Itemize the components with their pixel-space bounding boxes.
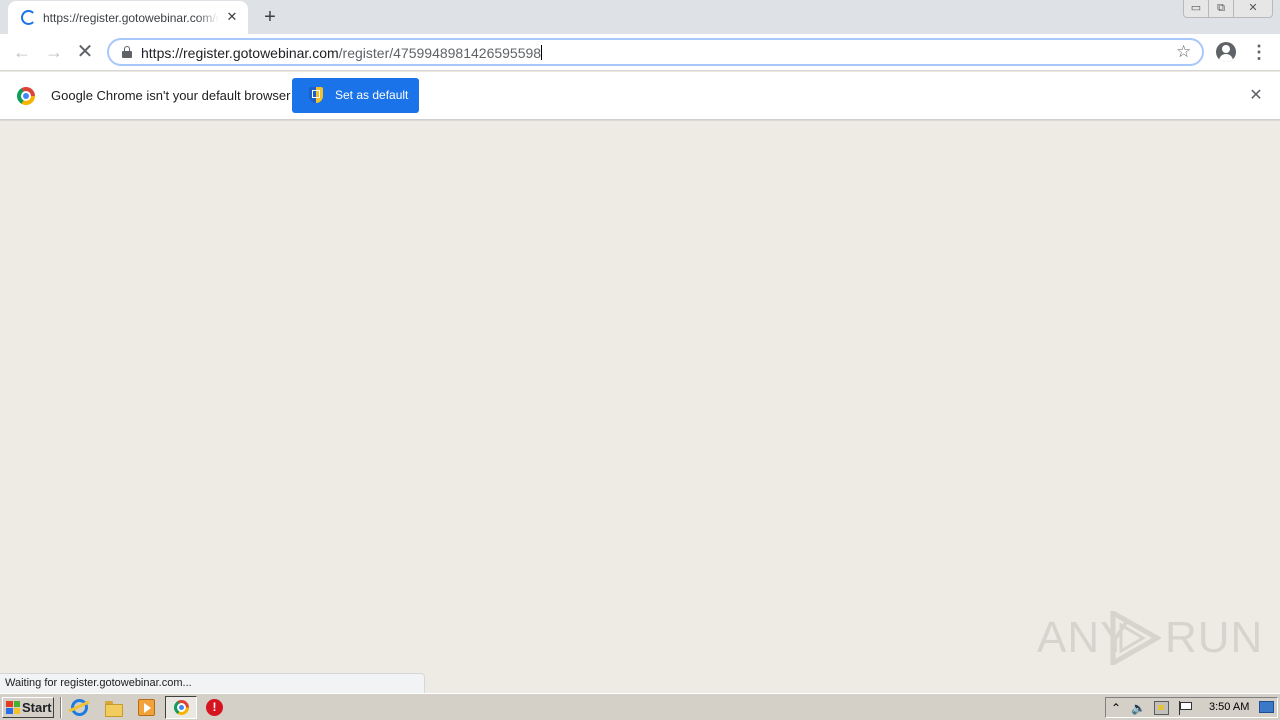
default-browser-infobar: Google Chrome isn't your default browser… — [0, 72, 1280, 120]
start-label: Start — [22, 700, 52, 715]
status-bubble: Waiting for register.gotowebinar.com... — [0, 673, 425, 693]
address-bar[interactable]: https://register.gotowebinar.com/registe… — [107, 38, 1204, 66]
infobar-close-icon[interactable]: ✕ — [1246, 86, 1266, 106]
window-close-button[interactable]: ✕ — [1233, 0, 1273, 18]
show-hidden-icons-chevron-icon[interactable]: ⌃ — [1111, 699, 1121, 717]
tab-strip: https://register.gotowebinar.com/registe… — [0, 0, 1280, 34]
url-host: https://register.gotowebinar.com — [141, 45, 339, 61]
volume-icon[interactable]: 🔈 — [1131, 701, 1146, 715]
maximize-button[interactable]: ⧉ — [1208, 0, 1234, 18]
internet-explorer-icon[interactable] — [71, 699, 88, 716]
chrome-menu-button[interactable]: ⋮ — [1250, 40, 1268, 64]
new-tab-button[interactable]: + — [259, 6, 281, 28]
anyrun-watermark: ANY RUN — [1037, 607, 1262, 669]
text-caret — [541, 45, 543, 60]
lock-icon[interactable] — [122, 46, 132, 58]
file-explorer-icon[interactable] — [105, 699, 123, 717]
forward-button[interactable]: → — [42, 40, 66, 64]
system-tray: ⌃ 🔈 3:50 AM — [1105, 697, 1278, 718]
show-desktop-icon[interactable] — [1259, 701, 1274, 713]
stop-loading-button[interactable]: ✕ — [73, 40, 97, 64]
chrome-taskbar-button[interactable] — [165, 696, 197, 719]
browser-toolbar: ← → ✕ https://register.gotowebinar.com/r… — [0, 34, 1280, 71]
uac-shield-icon — [309, 87, 323, 103]
url-text[interactable]: https://register.gotowebinar.com/registe… — [141, 44, 543, 62]
set-as-default-label: Set as default — [335, 88, 409, 102]
tab-title: https://register.gotowebinar.com/registe… — [43, 11, 219, 25]
tab-close-icon[interactable]: ✕ — [224, 9, 240, 25]
profile-avatar-icon[interactable] — [1216, 42, 1236, 62]
start-button[interactable]: Start — [2, 697, 54, 718]
action-center-flag-icon[interactable] — [1178, 701, 1192, 715]
watermark-run: RUN — [1165, 613, 1264, 662]
set-as-default-button[interactable]: Set as default — [292, 78, 419, 113]
media-player-icon[interactable] — [138, 699, 155, 716]
infobar-message: Google Chrome isn't your default browser — [51, 88, 291, 103]
taskbar-separator — [60, 697, 62, 718]
bookmark-star-icon[interactable]: ☆ — [1176, 42, 1191, 62]
minimize-button[interactable]: ▭ — [1183, 0, 1209, 18]
loading-spinner-icon — [21, 10, 36, 25]
windows-logo-icon — [6, 701, 20, 714]
taskbar: Start ! ⌃ 🔈 3:50 AM — [0, 693, 1280, 720]
browser-tab[interactable]: https://register.gotowebinar.com/registe… — [8, 1, 248, 34]
url-path: /register/4759948981426595598 — [338, 45, 542, 61]
chrome-logo-icon — [17, 87, 35, 105]
back-button[interactable]: ← — [10, 40, 34, 64]
taskbar-clock[interactable]: 3:50 AM — [1209, 698, 1249, 717]
stop-app-icon[interactable]: ! — [206, 699, 223, 716]
watermark-play-icon — [1110, 611, 1161, 665]
chrome-icon — [174, 700, 189, 715]
network-icon[interactable] — [1154, 701, 1169, 715]
